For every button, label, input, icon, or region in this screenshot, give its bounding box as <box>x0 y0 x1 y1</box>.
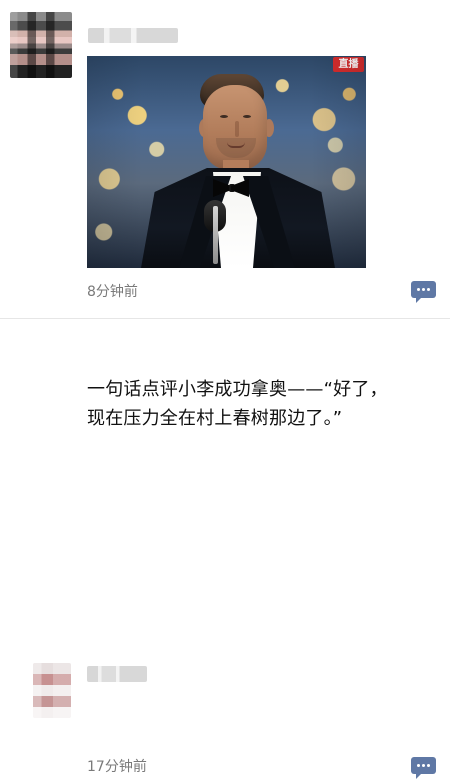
username-blurred[interactable] <box>87 666 147 682</box>
avatar[interactable] <box>33 663 71 718</box>
comment-icon <box>417 288 430 291</box>
comment-button[interactable] <box>411 757 436 779</box>
post-image[interactable]: 直播 <box>87 56 366 268</box>
comment-button[interactable] <box>411 281 436 303</box>
avatar[interactable] <box>10 12 72 78</box>
post-timestamp: 17分钟前 <box>87 759 147 775</box>
person-illustration <box>87 56 366 268</box>
feed: 直播 8分钟前 17分钟前 一句话点评小李成功拿奥——“好了， 现在压力全在村上… <box>0 0 450 779</box>
post-timestamp: 8分钟前 <box>87 284 138 300</box>
bowtie-knot <box>229 184 235 192</box>
nose <box>235 121 239 137</box>
post-text: 一句话点评小李成功拿奥——“好了， 现在压力全在村上春树那边了。” <box>87 379 388 429</box>
eye-right <box>243 115 251 118</box>
bowtie <box>213 179 249 197</box>
microphone-stand <box>213 206 218 264</box>
eye-left <box>220 115 228 118</box>
comment-icon <box>417 764 430 767</box>
username-blurred[interactable] <box>88 28 178 43</box>
post-card: 直播 8分钟前 <box>0 0 450 318</box>
